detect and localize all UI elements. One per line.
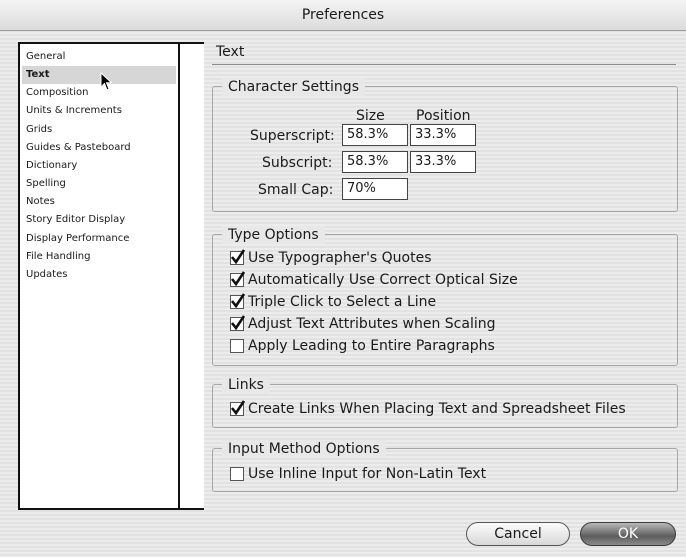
create-links-checkbox[interactable] xyxy=(230,400,246,416)
sidebar-item-file-handling[interactable]: File Handling xyxy=(26,248,176,266)
section-title: Text xyxy=(216,44,245,60)
sidebar-item-text[interactable]: Text xyxy=(22,66,176,84)
small-cap-label: Small Cap: xyxy=(258,182,334,198)
checkmark-icon xyxy=(230,400,246,416)
checkmark-icon xyxy=(230,271,246,287)
window-title: Preferences xyxy=(0,0,686,31)
superscript-position-field[interactable]: 33.3% xyxy=(410,124,476,146)
inline-input-checkbox[interactable] xyxy=(230,467,244,481)
adjust-text-attributes-checkbox[interactable] xyxy=(230,315,246,331)
subscript-label: Subscript: xyxy=(262,155,333,171)
mouse-pointer-icon xyxy=(100,72,113,91)
position-column-header: Position xyxy=(416,108,471,124)
sidebar-item-spelling[interactable]: Spelling xyxy=(26,175,176,193)
sidebar-item-updates[interactable]: Updates xyxy=(26,266,176,284)
create-links-label[interactable]: Create Links When Placing Text and Sprea… xyxy=(248,400,626,418)
triple-click-checkbox[interactable] xyxy=(230,293,246,309)
sidebar-item-dictionary[interactable]: Dictionary xyxy=(26,157,176,175)
cancel-button[interactable]: Cancel xyxy=(466,522,570,546)
superscript-size-field[interactable]: 58.3% xyxy=(342,124,408,146)
sidebar-item-grids[interactable]: Grids xyxy=(26,121,176,139)
typographers-quotes-label[interactable]: Use Typographer's Quotes xyxy=(248,249,432,267)
superscript-label: Superscript: xyxy=(250,128,335,144)
optical-size-checkbox[interactable] xyxy=(230,271,246,287)
triple-click-label[interactable]: Triple Click to Select a Line xyxy=(248,293,436,311)
sidebar-item-guides-pasteboard[interactable]: Guides & Pasteboard xyxy=(26,139,176,157)
ok-button[interactable]: OK xyxy=(580,522,676,546)
leading-paragraphs-checkbox[interactable] xyxy=(230,339,244,353)
sidebar-item-notes[interactable]: Notes xyxy=(26,193,176,211)
sidebar-item-units-increments[interactable]: Units & Increments xyxy=(26,102,176,120)
section-divider xyxy=(212,64,676,65)
type-options-title: Type Options xyxy=(222,226,325,244)
links-title: Links xyxy=(222,376,270,394)
size-column-header: Size xyxy=(356,108,385,124)
sidebar-item-story-editor-display[interactable]: Story Editor Display xyxy=(26,211,176,229)
inline-input-label[interactable]: Use Inline Input for Non-Latin Text xyxy=(248,465,486,483)
sidebar-scrollbar[interactable] xyxy=(178,44,204,508)
preferences-category-list[interactable]: General Text Composition Units & Increme… xyxy=(18,42,204,510)
sidebar-item-display-performance[interactable]: Display Performance xyxy=(26,230,176,248)
subscript-position-field[interactable]: 33.3% xyxy=(410,151,476,173)
typographers-quotes-checkbox[interactable] xyxy=(230,249,246,265)
adjust-text-attributes-label[interactable]: Adjust Text Attributes when Scaling xyxy=(248,315,496,333)
checkmark-icon xyxy=(230,293,246,309)
small-cap-field[interactable]: 70% xyxy=(342,178,408,200)
optical-size-label[interactable]: Automatically Use Correct Optical Size xyxy=(248,271,518,289)
category-list-items: General Text Composition Units & Increme… xyxy=(20,44,176,508)
leading-paragraphs-label[interactable]: Apply Leading to Entire Paragraphs xyxy=(248,337,495,355)
input-method-title: Input Method Options xyxy=(222,440,386,458)
checkmark-icon xyxy=(230,249,246,265)
character-settings-title: Character Settings xyxy=(222,78,365,96)
checkmark-icon xyxy=(230,315,246,331)
subscript-size-field[interactable]: 58.3% xyxy=(342,151,408,173)
sidebar-item-general[interactable]: General xyxy=(26,48,176,66)
